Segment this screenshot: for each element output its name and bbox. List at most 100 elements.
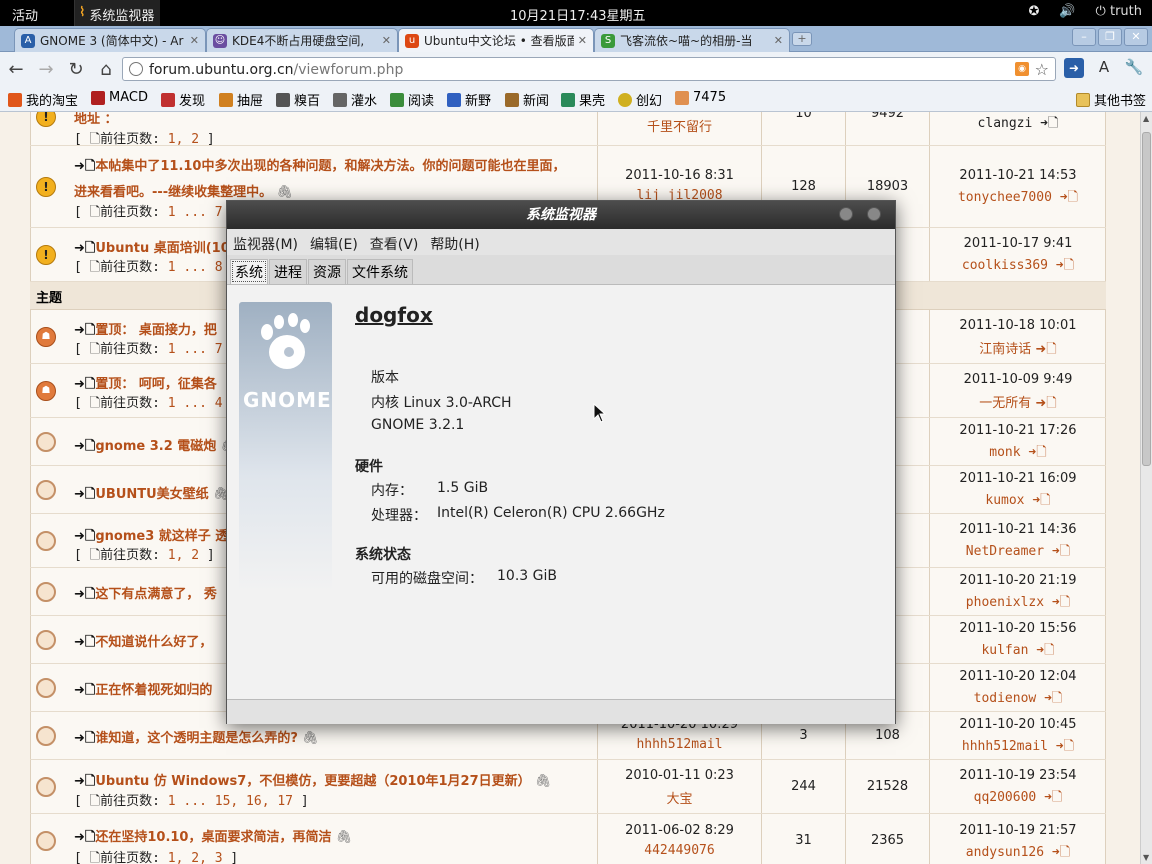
last-user-link[interactable]: tonychee7000: [958, 190, 1052, 205]
page-links[interactable]: 1, 2: [168, 548, 199, 563]
last-user-link[interactable]: qq200600: [974, 790, 1037, 805]
last-user-link[interactable]: NetDreamer: [966, 544, 1044, 559]
minimize-icon[interactable]: [839, 207, 853, 221]
close-tab-icon[interactable]: ✕: [382, 34, 391, 47]
extension-arrow-icon[interactable]: ➜: [1064, 58, 1084, 78]
bookmark-item[interactable]: 我的淘宝: [8, 90, 78, 109]
home-icon[interactable]: ⌂: [92, 59, 120, 80]
page-links[interactable]: 1 ... 7: [168, 342, 223, 357]
last-user[interactable]: hhhh512mail ➜🗋: [930, 737, 1106, 759]
topic-title[interactable]: 地址 ：: [74, 112, 118, 127]
last-user-link[interactable]: coolkiss369: [962, 258, 1048, 273]
tab-resources[interactable]: 资源: [308, 259, 346, 284]
browser-tab-active[interactable]: u Ubuntu中文论坛 • 查看版面 ✕: [398, 28, 594, 52]
activities-button[interactable]: 活动: [12, 5, 38, 24]
scroll-up-icon[interactable]: ▲: [1143, 114, 1149, 123]
topic-title[interactable]: ➜🗋这下有点满意了， 秀: [74, 583, 217, 607]
address-bar[interactable]: forum.ubuntu.org.cn/viewforum.php ◉ ☆: [122, 57, 1056, 81]
bookmark-star-icon[interactable]: ☆: [1035, 60, 1049, 79]
page-links[interactable]: 1 ... 4: [168, 396, 223, 411]
tab-processes[interactable]: 进程: [269, 259, 307, 284]
last-user[interactable]: kumox ➜🗋: [930, 491, 1106, 513]
maximize-icon[interactable]: ❐: [1098, 28, 1122, 46]
accessibility-icon[interactable]: ✪: [1028, 4, 1039, 19]
close-icon[interactable]: [867, 207, 881, 221]
topic-row[interactable]: ! 地址 ： [ 🗋前往页数: 1, 2 ] 千里不留行 10 9492 cla…: [30, 112, 1106, 147]
translate-icon[interactable]: A: [1094, 58, 1114, 78]
last-user[interactable]: qq200600 ➜🗋: [930, 788, 1106, 810]
topic-row[interactable]: ➜🗋Ubuntu 仿 Windows7，不但模仿，更要超越（2010年1月27日…: [30, 760, 1106, 814]
other-bookmarks-folder[interactable]: 其他书签: [1075, 90, 1146, 109]
app-menu[interactable]: ⌇ 系统监视器: [74, 0, 161, 26]
wrench-icon[interactable]: 🔧: [1124, 58, 1144, 78]
last-user[interactable]: phoenixlzx ➜🗋: [930, 593, 1106, 615]
last-user-link[interactable]: phoenixlzx: [966, 595, 1044, 610]
user-menu[interactable]: ⏻ truth: [1096, 4, 1142, 19]
back-icon[interactable]: ←: [2, 59, 30, 80]
browser-tab[interactable]: S 飞客流依~喵~的相册-当 ✕: [594, 28, 790, 52]
author-link[interactable]: hhhh512mail: [598, 737, 761, 752]
menu-help[interactable]: 帮助(H): [430, 234, 479, 253]
last-user[interactable]: monk ➜🗋: [930, 443, 1106, 465]
last-user[interactable]: clangzi ➜🗋: [930, 114, 1106, 136]
last-user[interactable]: NetDreamer ➜🗋: [930, 542, 1106, 564]
bookmark-item[interactable]: 灌水: [333, 90, 377, 109]
last-user-link[interactable]: 一无所有: [979, 396, 1031, 411]
scroll-down-icon[interactable]: ▼: [1143, 853, 1149, 862]
page-scrollbar[interactable]: ▲ ▼: [1140, 112, 1152, 864]
last-user-link[interactable]: hhhh512mail: [962, 739, 1048, 754]
page-links[interactable]: 1 ... 7: [168, 205, 223, 220]
last-user-link[interactable]: kulfan: [981, 643, 1028, 658]
bookmark-item[interactable]: 阅读: [390, 90, 434, 109]
topic-title[interactable]: ➜🗋本帖集中了11.10中多次出现的各种问题，和解决方法。你的问题可能也在里面，: [74, 155, 565, 179]
bookmark-item[interactable]: 发现: [161, 90, 205, 109]
page-links[interactable]: 1, 2: [168, 132, 199, 147]
menu-view[interactable]: 查看(V): [370, 234, 419, 253]
browser-tab[interactable]: ☺ KDE4不断占用硬盘空间, ✕: [206, 28, 398, 52]
last-user[interactable]: coolkiss369 ➜🗋: [930, 256, 1106, 278]
topic-title[interactable]: ➜🗋不知道说什么好了，: [74, 631, 212, 655]
topic-title-line2[interactable]: 进来看看吧。---继续收集整理中。 🖇: [74, 181, 293, 200]
forward-icon[interactable]: →: [32, 59, 60, 80]
topic-title[interactable]: ➜🗋谁知道，这个透明主题是怎么弄的? 🖇: [74, 727, 318, 751]
tab-filesystems[interactable]: 文件系统: [347, 259, 413, 284]
author-link[interactable]: 大宝: [598, 788, 761, 807]
browser-tab[interactable]: A GNOME 3 (简体中文) - Ar ✕: [14, 28, 206, 52]
last-user-link[interactable]: 江南诗话: [979, 342, 1031, 357]
page-links[interactable]: 1, 2, 3: [168, 851, 223, 864]
last-user[interactable]: 江南诗话 ➜🗋: [930, 338, 1106, 362]
last-user-link[interactable]: kumox: [985, 493, 1024, 508]
minimize-icon[interactable]: –: [1072, 28, 1096, 46]
last-user[interactable]: todienow ➜🗋: [930, 689, 1106, 711]
bookmark-item[interactable]: 糗百: [276, 90, 320, 109]
last-user-link[interactable]: todienow: [974, 691, 1037, 706]
clock[interactable]: 10月21日17:43星期五: [510, 5, 646, 24]
topic-row[interactable]: ➜🗋还在坚持10.10，桌面要求简洁，再简洁 🖇 [ 🗋前往页数: 1, 2, 3…: [30, 814, 1106, 864]
new-tab-button[interactable]: +: [792, 32, 812, 46]
author-link[interactable]: 442449076: [598, 843, 761, 858]
topic-title[interactable]: ➜🗋UBUNTU美女壁纸 🖇: [74, 483, 229, 507]
rss-icon[interactable]: ◉: [1015, 62, 1029, 76]
bookmark-item[interactable]: 抽屉: [219, 90, 263, 109]
last-user-link[interactable]: andysun126: [966, 845, 1044, 860]
page-links[interactable]: 1 ... 15, 16, 17: [168, 794, 293, 809]
close-tab-icon[interactable]: ✕: [774, 34, 783, 47]
bookmark-item[interactable]: 7475: [675, 90, 726, 105]
last-user[interactable]: 一无所有 ➜🗋: [930, 392, 1106, 416]
bookmark-item[interactable]: 创幻: [618, 90, 662, 109]
last-user[interactable]: andysun126 ➜🗋: [930, 843, 1106, 864]
last-user-link[interactable]: monk: [989, 445, 1020, 460]
last-user-link[interactable]: clangzi: [978, 116, 1033, 131]
bookmark-item[interactable]: 新闻: [505, 90, 549, 109]
tab-system[interactable]: 系统: [230, 259, 268, 284]
menu-monitor[interactable]: 监视器(M): [233, 234, 298, 253]
bookmark-item[interactable]: 新野: [447, 90, 491, 109]
close-window-icon[interactable]: ✕: [1124, 28, 1148, 46]
bookmark-item[interactable]: 果壳: [561, 90, 605, 109]
close-tab-icon[interactable]: ✕: [578, 34, 587, 47]
topic-title[interactable]: ➜🗋gnome 3.2 電磁炮🖇: [74, 435, 237, 459]
volume-icon[interactable]: 🔊: [1059, 4, 1075, 19]
topic-title[interactable]: ➜🗋正在怀着视死如归的: [74, 679, 212, 703]
window-titlebar[interactable]: 系统监视器: [227, 201, 895, 229]
bookmark-item[interactable]: MACD: [91, 90, 148, 105]
